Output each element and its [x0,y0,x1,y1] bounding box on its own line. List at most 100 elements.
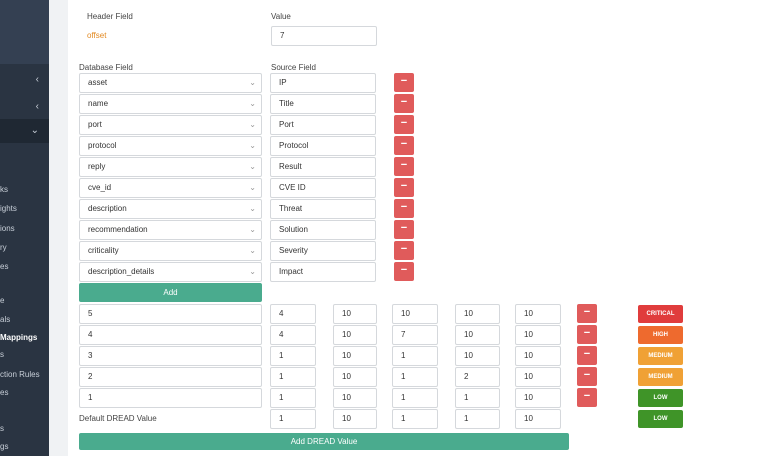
remove-mapping-button[interactable]: − [394,73,414,92]
damage-input[interactable]: 1 [270,388,316,408]
reproducibility-input[interactable]: 10 [333,325,377,345]
database-field-select[interactable]: name ⌄ [79,94,262,114]
default-reproducibility-input[interactable]: 10 [333,409,377,429]
severity-badge: HIGH [638,326,683,344]
discoverability-input[interactable]: 10 [515,325,561,345]
sidebar-item[interactable]: s [0,350,49,359]
exploitability-input[interactable]: 1 [392,367,438,387]
sidebar-header [0,0,49,64]
exploitability-input[interactable]: 1 [392,388,438,408]
affected-users-input[interactable]: 10 [455,304,500,324]
affected-users-input[interactable]: 10 [455,325,500,345]
sidebar-item[interactable]: es [0,388,49,397]
sidebar-item[interactable]: Mappings [0,333,49,342]
discoverability-input[interactable]: 10 [515,346,561,366]
source-field-input[interactable]: Protocol [270,136,376,156]
reproducibility-input[interactable]: 10 [333,367,377,387]
add-dread-value-button[interactable]: Add DREAD Value [79,433,569,450]
chevron-down-icon: ⌄ [249,246,256,255]
severity-value-input[interactable]: 1 [79,388,262,408]
sidebar-item[interactable]: als [0,315,49,324]
source-field-input[interactable]: Threat [270,199,376,219]
default-damage-input[interactable]: 1 [270,409,316,429]
source-field-input[interactable]: Port [270,115,376,135]
database-field-label: Database Field [79,63,133,72]
sidebar-item-collapsed-2[interactable]: ‹ [0,96,49,118]
severity-badge: LOW [638,389,683,407]
severity-value-input[interactable]: 4 [79,325,262,345]
database-field-select[interactable]: description_details ⌄ [79,262,262,282]
sidebar-item[interactable]: ions [0,224,49,233]
remove-mapping-button[interactable]: − [394,178,414,197]
severity-value-input[interactable]: 2 [79,367,262,387]
source-field-input[interactable]: Result [270,157,376,177]
remove-mapping-button[interactable]: − [394,157,414,176]
sidebar-item[interactable]: ction Rules [0,370,49,379]
affected-users-input[interactable]: 1 [455,388,500,408]
source-field-label: Source Field [271,63,316,72]
database-field-select[interactable]: criticality ⌄ [79,241,262,261]
source-field-input[interactable]: IP [270,73,376,93]
damage-input[interactable]: 4 [270,304,316,324]
source-field-input[interactable]: Solution [270,220,376,240]
exploitability-input[interactable]: 7 [392,325,438,345]
sidebar-item[interactable]: gs [0,442,49,451]
remove-dread-button[interactable]: − [577,325,597,344]
severity-badge: MEDIUM [638,347,683,365]
severity-value-input[interactable]: 5 [79,304,262,324]
sidebar-item[interactable]: ks [0,185,49,194]
remove-mapping-button[interactable]: − [394,220,414,239]
remove-mapping-button[interactable]: − [394,94,414,113]
remove-dread-button[interactable]: − [577,304,597,323]
database-field-select[interactable]: protocol ⌄ [79,136,262,156]
remove-mapping-button[interactable]: − [394,136,414,155]
database-field-select[interactable]: port ⌄ [79,115,262,135]
remove-mapping-button[interactable]: − [394,262,414,281]
damage-input[interactable]: 4 [270,325,316,345]
reproducibility-input[interactable]: 10 [333,388,377,408]
severity-value-input[interactable]: 3 [79,346,262,366]
sidebar-item[interactable]: s [0,424,49,433]
remove-mapping-button[interactable]: − [394,199,414,218]
sidebar-active-group[interactable]: ⌄ [0,119,49,143]
default-exploitability-input[interactable]: 1 [392,409,438,429]
database-field-select[interactable]: reply ⌄ [79,157,262,177]
sidebar-item[interactable]: es [0,262,49,271]
source-field-input[interactable]: Impact [270,262,376,282]
discoverability-input[interactable]: 10 [515,304,561,324]
affected-users-input[interactable]: 10 [455,346,500,366]
source-field-input[interactable]: Title [270,94,376,114]
remove-dread-button[interactable]: − [577,367,597,386]
source-field-input[interactable]: Severity [270,241,376,261]
remove-dread-button[interactable]: − [577,388,597,407]
damage-input[interactable]: 1 [270,346,316,366]
severity-badge: CRITICAL [638,305,683,323]
header-value-input[interactable]: 7 [271,26,377,46]
discoverability-input[interactable]: 10 [515,367,561,387]
sidebar-item[interactable]: ry [0,243,49,252]
sidebar-item[interactable]: ights [0,204,49,213]
database-field-select[interactable]: asset ⌄ [79,73,262,93]
database-field-select[interactable]: description ⌄ [79,199,262,219]
damage-input[interactable]: 1 [270,367,316,387]
affected-users-input[interactable]: 2 [455,367,500,387]
sidebar-item[interactable]: e [0,296,49,305]
database-field-select[interactable]: recommendation ⌄ [79,220,262,240]
exploitability-input[interactable]: 1 [392,346,438,366]
reproducibility-input[interactable]: 10 [333,304,377,324]
database-field-value: name [88,99,109,108]
sidebar-item-collapsed-1[interactable]: ‹ [0,69,49,91]
exploitability-input[interactable]: 10 [392,304,438,324]
default-discoverability-input[interactable]: 10 [515,409,561,429]
remove-mapping-button[interactable]: − [394,241,414,260]
reproducibility-input[interactable]: 10 [333,346,377,366]
remove-dread-button[interactable]: − [577,346,597,365]
remove-mapping-button[interactable]: − [394,115,414,134]
add-mapping-button[interactable]: Add [79,283,262,302]
discoverability-input[interactable]: 10 [515,388,561,408]
database-field-value: cve_id [88,183,112,192]
database-field-select[interactable]: cve_id ⌄ [79,178,262,198]
default-affected-users-input[interactable]: 1 [455,409,500,429]
source-field-input[interactable]: CVE ID [270,178,376,198]
database-field-value: recommendation [88,225,148,234]
